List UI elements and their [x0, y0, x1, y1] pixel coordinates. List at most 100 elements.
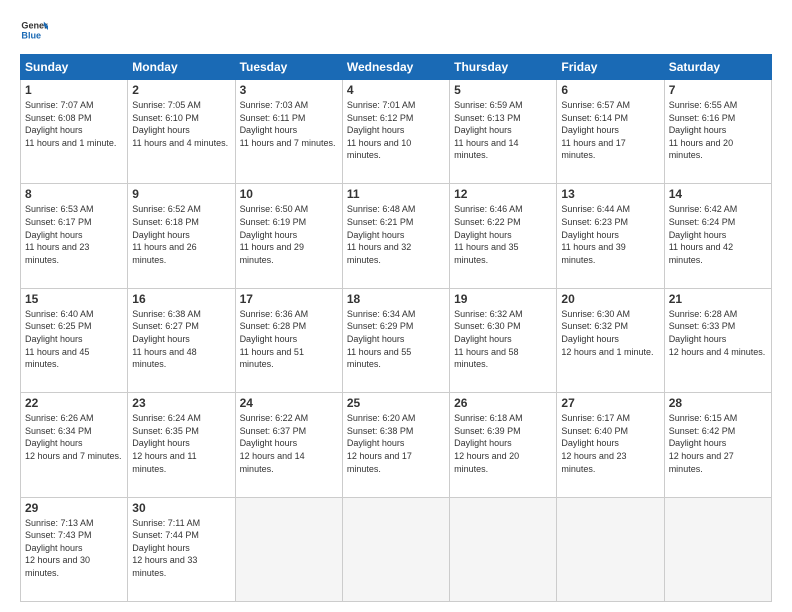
calendar-cell: 13 Sunrise: 6:44 AMSunset: 6:23 PMDayligh…: [557, 184, 664, 288]
logo: General Blue: [20, 16, 52, 44]
logo-icon: General Blue: [20, 16, 48, 44]
day-number: 1: [25, 83, 123, 97]
day-number: 26: [454, 396, 552, 410]
calendar-cell: 4Sunrise: 7:01 AMSunset: 6:12 PMDaylight…: [342, 80, 449, 184]
calendar-cell: 19 Sunrise: 6:32 AMSunset: 6:30 PMDayligh…: [450, 288, 557, 392]
day-number: 29: [25, 501, 123, 515]
day-number: 5: [454, 83, 552, 97]
day-number: 15: [25, 292, 123, 306]
cell-content: Sunrise: 6:34 AMSunset: 6:29 PMDaylight …: [347, 308, 445, 371]
cell-content: Sunrise: 6:48 AMSunset: 6:21 PMDaylight …: [347, 203, 445, 266]
day-number: 13: [561, 187, 659, 201]
calendar-cell: 14Sunrise: 6:42 AMSunset: 6:24 PMDayligh…: [664, 184, 771, 288]
day-number: 3: [240, 83, 338, 97]
day-number: 21: [669, 292, 767, 306]
calendar-cell: 15 Sunrise: 6:40 AMSunset: 6:25 PMDayligh…: [21, 288, 128, 392]
calendar-cell: 12 Sunrise: 6:46 AMSunset: 6:22 PMDayligh…: [450, 184, 557, 288]
calendar-cell: [664, 497, 771, 601]
calendar-header-row: Sunday Monday Tuesday Wednesday Thursday…: [21, 55, 772, 80]
cell-content: Sunrise: 6:24 AMSunset: 6:35 PMDaylight …: [132, 412, 230, 475]
day-number: 24: [240, 396, 338, 410]
day-number: 23: [132, 396, 230, 410]
calendar-cell: 24 Sunrise: 6:22 AMSunset: 6:37 PMDayligh…: [235, 393, 342, 497]
cell-content: Sunrise: 6:55 AMSunset: 6:16 PMDaylight …: [669, 99, 767, 162]
cell-content: Sunrise: 6:42 AMSunset: 6:24 PMDaylight …: [669, 203, 767, 266]
cell-content: Sunrise: 6:22 AMSunset: 6:37 PMDaylight …: [240, 412, 338, 475]
col-tuesday: Tuesday: [235, 55, 342, 80]
col-sunday: Sunday: [21, 55, 128, 80]
cell-content: Sunrise: 6:26 AMSunset: 6:34 PMDaylight …: [25, 412, 123, 462]
calendar-cell: 26 Sunrise: 6:18 AMSunset: 6:39 PMDayligh…: [450, 393, 557, 497]
calendar-table: Sunday Monday Tuesday Wednesday Thursday…: [20, 54, 772, 602]
calendar-cell: [235, 497, 342, 601]
cell-content: Sunrise: 6:57 AMSunset: 6:14 PMDaylight …: [561, 99, 659, 162]
day-number: 12: [454, 187, 552, 201]
calendar-cell: [450, 497, 557, 601]
day-number: 28: [669, 396, 767, 410]
calendar-cell: 10Sunrise: 6:50 AMSunset: 6:19 PMDayligh…: [235, 184, 342, 288]
day-number: 16: [132, 292, 230, 306]
col-friday: Friday: [557, 55, 664, 80]
calendar-cell: 11 Sunrise: 6:48 AMSunset: 6:21 PMDayligh…: [342, 184, 449, 288]
col-wednesday: Wednesday: [342, 55, 449, 80]
calendar-cell: [342, 497, 449, 601]
calendar-cell: 20Sunrise: 6:30 AMSunset: 6:32 PMDayligh…: [557, 288, 664, 392]
cell-content: Sunrise: 6:46 AMSunset: 6:22 PMDaylight …: [454, 203, 552, 266]
cell-content: Sunrise: 6:59 AMSunset: 6:13 PMDaylight …: [454, 99, 552, 162]
cell-content: Sunrise: 6:36 AMSunset: 6:28 PMDaylight …: [240, 308, 338, 371]
day-number: 11: [347, 187, 445, 201]
cell-content: Sunrise: 6:18 AMSunset: 6:39 PMDaylight …: [454, 412, 552, 475]
calendar-cell: 2 Sunrise: 7:05 AMSunset: 6:10 PMDaylight…: [128, 80, 235, 184]
day-number: 30: [132, 501, 230, 515]
cell-content: Sunrise: 6:32 AMSunset: 6:30 PMDaylight …: [454, 308, 552, 371]
day-number: 17: [240, 292, 338, 306]
calendar-cell: 8Sunrise: 6:53 AMSunset: 6:17 PMDaylight…: [21, 184, 128, 288]
cell-content: Sunrise: 6:52 AMSunset: 6:18 PMDaylight …: [132, 203, 230, 266]
calendar-cell: 7 Sunrise: 6:55 AMSunset: 6:16 PMDaylight…: [664, 80, 771, 184]
cell-content: Sunrise: 6:28 AMSunset: 6:33 PMDaylight …: [669, 308, 767, 358]
day-number: 22: [25, 396, 123, 410]
day-number: 9: [132, 187, 230, 201]
svg-text:Blue: Blue: [21, 30, 41, 40]
calendar-cell: 29 Sunrise: 7:13 AMSunset: 7:43 PMDayligh…: [21, 497, 128, 601]
cell-content: Sunrise: 7:13 AMSunset: 7:43 PMDaylight …: [25, 517, 123, 580]
calendar-cell: [557, 497, 664, 601]
day-number: 25: [347, 396, 445, 410]
cell-content: Sunrise: 6:40 AMSunset: 6:25 PMDaylight …: [25, 308, 123, 371]
cell-content: Sunrise: 6:17 AMSunset: 6:40 PMDaylight …: [561, 412, 659, 475]
cell-content: Sunrise: 6:53 AMSunset: 6:17 PMDaylight …: [25, 203, 123, 266]
calendar-week-2: 8Sunrise: 6:53 AMSunset: 6:17 PMDaylight…: [21, 184, 772, 288]
calendar-cell: 17 Sunrise: 6:36 AMSunset: 6:28 PMDayligh…: [235, 288, 342, 392]
calendar-cell: 1Sunrise: 7:07 AMSunset: 6:08 PMDaylight…: [21, 80, 128, 184]
cell-content: Sunrise: 7:05 AMSunset: 6:10 PMDaylight …: [132, 99, 230, 149]
calendar-week-3: 15 Sunrise: 6:40 AMSunset: 6:25 PMDayligh…: [21, 288, 772, 392]
day-number: 27: [561, 396, 659, 410]
page: General Blue Sunday Monday Tuesday Wedne…: [0, 0, 792, 612]
cell-content: Sunrise: 6:44 AMSunset: 6:23 PMDaylight …: [561, 203, 659, 266]
day-number: 6: [561, 83, 659, 97]
calendar-cell: 21 Sunrise: 6:28 AMSunset: 6:33 PMDayligh…: [664, 288, 771, 392]
calendar-week-4: 22 Sunrise: 6:26 AMSunset: 6:34 PMDayligh…: [21, 393, 772, 497]
calendar-cell: 23 Sunrise: 6:24 AMSunset: 6:35 PMDayligh…: [128, 393, 235, 497]
calendar-cell: 16 Sunrise: 6:38 AMSunset: 6:27 PMDayligh…: [128, 288, 235, 392]
calendar-cell: 3Sunrise: 7:03 AMSunset: 6:11 PMDaylight…: [235, 80, 342, 184]
calendar-cell: 9 Sunrise: 6:52 AMSunset: 6:18 PMDaylight…: [128, 184, 235, 288]
calendar-cell: 18 Sunrise: 6:34 AMSunset: 6:29 PMDayligh…: [342, 288, 449, 392]
calendar-cell: 5 Sunrise: 6:59 AMSunset: 6:13 PMDaylight…: [450, 80, 557, 184]
day-number: 7: [669, 83, 767, 97]
calendar-week-1: 1Sunrise: 7:07 AMSunset: 6:08 PMDaylight…: [21, 80, 772, 184]
cell-content: Sunrise: 7:01 AMSunset: 6:12 PMDaylight …: [347, 99, 445, 162]
cell-content: Sunrise: 7:11 AMSunset: 7:44 PMDaylight …: [132, 517, 230, 580]
calendar-cell: 28 Sunrise: 6:15 AMSunset: 6:42 PMDayligh…: [664, 393, 771, 497]
col-monday: Monday: [128, 55, 235, 80]
calendar-cell: 25 Sunrise: 6:20 AMSunset: 6:38 PMDayligh…: [342, 393, 449, 497]
day-number: 18: [347, 292, 445, 306]
calendar-cell: 30 Sunrise: 7:11 AMSunset: 7:44 PMDayligh…: [128, 497, 235, 601]
cell-content: Sunrise: 6:15 AMSunset: 6:42 PMDaylight …: [669, 412, 767, 475]
cell-content: Sunrise: 6:38 AMSunset: 6:27 PMDaylight …: [132, 308, 230, 371]
day-number: 2: [132, 83, 230, 97]
col-thursday: Thursday: [450, 55, 557, 80]
calendar-cell: 6 Sunrise: 6:57 AMSunset: 6:14 PMDaylight…: [557, 80, 664, 184]
cell-content: Sunrise: 6:20 AMSunset: 6:38 PMDaylight …: [347, 412, 445, 475]
day-number: 19: [454, 292, 552, 306]
